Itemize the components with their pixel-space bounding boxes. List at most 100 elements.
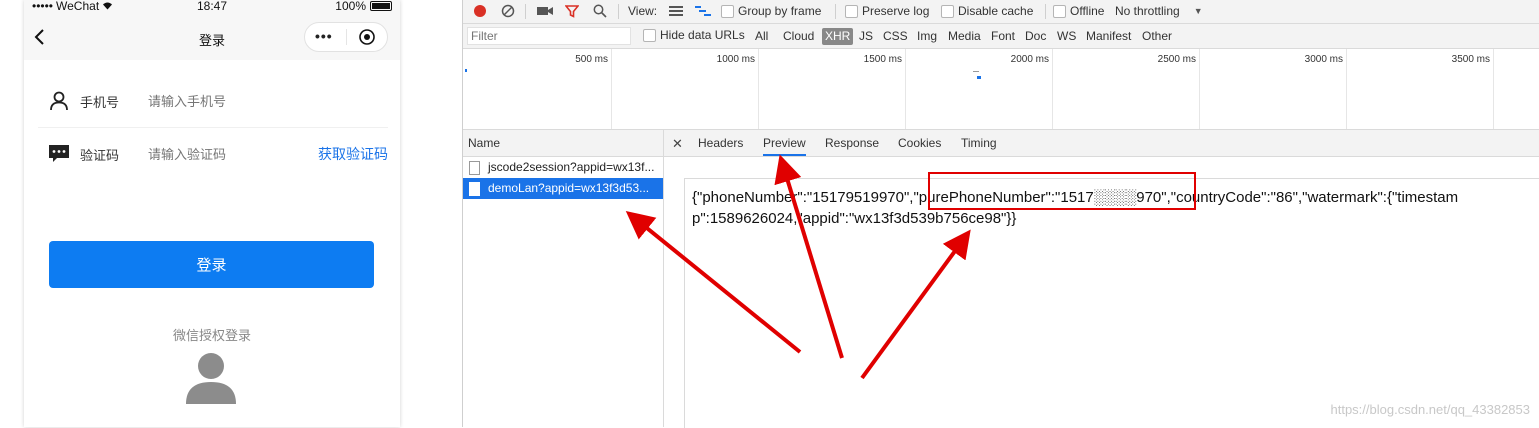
file-icon bbox=[469, 181, 480, 196]
request-bar bbox=[977, 76, 981, 79]
offline-toggle[interactable]: Offline bbox=[1053, 4, 1104, 18]
message-icon bbox=[49, 145, 69, 162]
toolbar-divider bbox=[835, 4, 836, 19]
tick-label: 1500 ms bbox=[863, 54, 902, 65]
tab-response[interactable]: Response bbox=[825, 136, 879, 150]
filter-input[interactable] bbox=[467, 27, 631, 45]
preserve-log-label: Preserve log bbox=[862, 4, 930, 18]
grid-line bbox=[1493, 49, 1494, 129]
wechat-login-label: 微信授权登录 bbox=[172, 328, 251, 343]
list-view-icon[interactable] bbox=[669, 5, 683, 17]
tick-label: 1000 ms bbox=[716, 54, 755, 65]
devtools-network-panel: View: Group by frame Preserve log Disabl… bbox=[462, 0, 1539, 428]
code-label: 验证码 bbox=[80, 147, 120, 163]
dropdown-arrow-icon: ▼ bbox=[1193, 6, 1203, 16]
avatar-icon[interactable] bbox=[186, 350, 236, 404]
grid-line bbox=[1052, 49, 1053, 129]
grid-line bbox=[758, 49, 759, 129]
waterfall-view-icon[interactable] bbox=[695, 5, 711, 17]
request-row[interactable]: jscode2session?appid=wx13f... bbox=[463, 157, 663, 178]
type-manifest[interactable]: Manifest bbox=[1086, 29, 1131, 43]
mini-program-capsule: ••• bbox=[304, 22, 388, 52]
group-by-frame-toggle[interactable]: Group by frame bbox=[721, 4, 821, 18]
type-js[interactable]: JS bbox=[859, 29, 873, 43]
phone-simulator: ••••• WeChat 18:47 100% 登录 ••• 手机号 请输入手机… bbox=[24, 0, 400, 427]
code-input[interactable] bbox=[146, 145, 300, 163]
offline-label: Offline bbox=[1070, 4, 1105, 18]
phone-row: 手机号 bbox=[38, 75, 388, 128]
toolbar-divider bbox=[1045, 4, 1046, 19]
tick-label: 3000 ms bbox=[1304, 54, 1343, 65]
grid-line bbox=[611, 49, 612, 129]
tab-preview[interactable]: Preview bbox=[763, 136, 806, 156]
json-preview-text: {"phoneNumber":"15179519970","purePhoneN… bbox=[692, 189, 1459, 227]
throttling-select[interactable]: No throttling ▼ bbox=[1115, 4, 1203, 18]
checkbox[interactable] bbox=[941, 4, 954, 18]
request-bar bbox=[973, 71, 979, 72]
tab-cookies[interactable]: Cookies bbox=[898, 136, 941, 150]
name-column-header[interactable]: Name bbox=[463, 130, 663, 157]
tab-timing[interactable]: Timing bbox=[961, 136, 997, 150]
tab-headers[interactable]: Headers bbox=[698, 136, 743, 150]
phone-label: 手机号 bbox=[80, 94, 120, 110]
capsule-divider bbox=[346, 29, 347, 45]
disable-cache-label: Disable cache bbox=[958, 4, 1034, 18]
type-media[interactable]: Media bbox=[948, 29, 981, 43]
type-css[interactable]: CSS bbox=[883, 29, 908, 43]
request-bar bbox=[465, 69, 467, 72]
watermark: https://blog.csdn.net/qq_43382853 bbox=[1330, 402, 1531, 417]
close-icon[interactable]: ✕ bbox=[672, 136, 683, 152]
battery-icon bbox=[370, 1, 392, 11]
tick-label: 500 ms bbox=[575, 54, 608, 65]
view-label: View: bbox=[628, 4, 658, 18]
throttling-value: No throttling bbox=[1115, 4, 1180, 18]
preview-pane: {"phoneNumber":"15179519970","purePhoneN… bbox=[684, 178, 1539, 428]
request-name: demoLan?appid=wx13f3d53... bbox=[488, 181, 650, 195]
preserve-log-toggle[interactable]: Preserve log bbox=[845, 4, 929, 18]
get-code-button[interactable]: 获取验证码 bbox=[318, 144, 388, 164]
type-all[interactable]: All bbox=[755, 29, 768, 43]
camera-icon[interactable] bbox=[537, 5, 553, 17]
tick-label: 2000 ms bbox=[1010, 54, 1049, 65]
hide-data-urls-toggle[interactable]: Hide data URLs bbox=[643, 28, 745, 42]
request-row-selected[interactable]: demoLan?appid=wx13f3d53... bbox=[463, 178, 663, 199]
close-circle-icon[interactable] bbox=[359, 29, 375, 45]
clear-icon[interactable] bbox=[501, 4, 515, 18]
network-toolbar: View: Group by frame Preserve log Disabl… bbox=[463, 0, 1539, 24]
status-right: 100% bbox=[335, 0, 392, 13]
checkbox[interactable] bbox=[721, 4, 734, 18]
request-name: jscode2session?appid=wx13f... bbox=[488, 160, 655, 174]
type-other[interactable]: Other bbox=[1142, 29, 1172, 43]
type-doc[interactable]: Doc bbox=[1025, 29, 1046, 43]
type-ws[interactable]: WS bbox=[1057, 29, 1076, 43]
login-button[interactable]: 登录 bbox=[49, 241, 374, 288]
filter-toolbar: Hide data URLs All Cloud XHR JS CSS Img … bbox=[463, 24, 1539, 49]
hide-data-urls-label: Hide data URLs bbox=[660, 28, 745, 42]
grid-line bbox=[1346, 49, 1347, 129]
code-row: 验证码 获取验证码 bbox=[38, 128, 388, 180]
type-font[interactable]: Font bbox=[991, 29, 1015, 43]
nav-bar: 登录 ••• bbox=[24, 14, 400, 60]
checkbox[interactable] bbox=[1053, 4, 1066, 18]
battery-percent: 100% bbox=[335, 0, 366, 13]
grid-line bbox=[905, 49, 906, 129]
status-bar: ••••• WeChat 18:47 100% bbox=[24, 0, 400, 14]
tick-label: 2500 ms bbox=[1157, 54, 1196, 65]
tick-label: 3500 ms bbox=[1451, 54, 1490, 65]
more-menu-icon[interactable]: ••• bbox=[315, 28, 333, 44]
timeline-overview[interactable]: 500 ms 1000 ms 1500 ms 2000 ms 2500 ms 3… bbox=[463, 49, 1539, 130]
filter-icon[interactable] bbox=[565, 4, 579, 18]
search-icon[interactable] bbox=[593, 4, 607, 18]
record-icon[interactable] bbox=[473, 4, 487, 18]
type-cloud[interactable]: Cloud bbox=[783, 29, 814, 43]
type-xhr[interactable]: XHR bbox=[822, 28, 854, 45]
phone-input[interactable] bbox=[146, 92, 300, 110]
checkbox[interactable] bbox=[643, 28, 656, 42]
disable-cache-toggle[interactable]: Disable cache bbox=[941, 4, 1033, 18]
toolbar-divider bbox=[525, 4, 526, 19]
checkbox[interactable] bbox=[845, 4, 858, 18]
type-img[interactable]: Img bbox=[917, 29, 937, 43]
requests-list: Name jscode2session?appid=wx13f... demoL… bbox=[463, 130, 664, 427]
toolbar-divider bbox=[618, 4, 619, 19]
user-icon bbox=[50, 91, 68, 111]
